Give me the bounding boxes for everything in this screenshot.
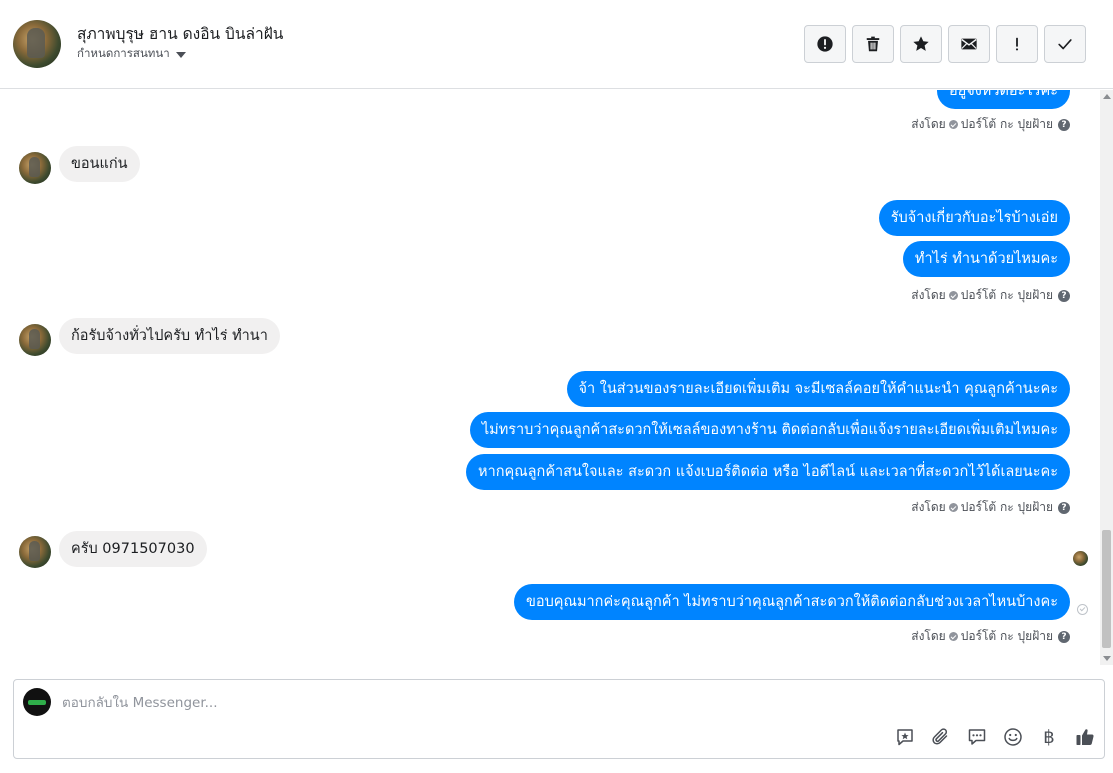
sent-by-label: ส่งโดย [911, 500, 946, 514]
sent-by-label: ส่งโดย [911, 629, 946, 643]
check-icon [948, 291, 958, 300]
outgoing-message: ไม่ทราบว่าคุณลูกค้าสะดวกให้เซลล์ของทางร้… [469, 412, 1070, 448]
seen-indicator-avatar [1073, 551, 1088, 566]
sent-by-label: ส่งโดย [911, 117, 946, 131]
attach-button[interactable] [930, 726, 952, 748]
sent-by-line: ส่งโดย ปอร์โต้ กะ ปุยฝ้าย ? [911, 286, 1070, 305]
outgoing-message: จ้า ในส่วนของรายละเอียดเพิ่มเติม จะมีเซล… [566, 371, 1070, 407]
outgoing-message: รับจ้างเกี่ยวกับอะไรบ้างเอ่ย [878, 200, 1070, 236]
sent-by-label: ส่งโดย [911, 288, 946, 302]
contact-name[interactable]: สุภาพบุรุษ ฮาน ดงอิน บินล่าฝัน [77, 21, 283, 46]
trash-icon [866, 36, 880, 52]
payment-button[interactable]: ฿ [1038, 726, 1060, 748]
star-button[interactable] [900, 25, 942, 63]
saved-reply-button[interactable] [894, 726, 916, 748]
mark-unread-button[interactable] [948, 25, 990, 63]
star-icon [913, 36, 929, 51]
delete-button[interactable] [852, 25, 894, 63]
mark-spam-button[interactable] [804, 25, 846, 63]
reply-input[interactable] [62, 692, 762, 714]
check-icon [948, 632, 958, 641]
scroll-down-arrow-icon[interactable] [1103, 656, 1111, 661]
envelope-icon [961, 38, 977, 50]
help-icon[interactable]: ? [1058, 630, 1070, 643]
chat-bubbles-icon [968, 729, 986, 745]
sent-by-line: ส่งโดย ปอร์โต้ กะ ปุยฝ้าย ? [911, 115, 1070, 134]
emoji-icon [1004, 728, 1022, 746]
outgoing-message: ทำไร่ ทำนาด้วยไหมคะ [902, 241, 1070, 277]
attachment-icon [932, 728, 948, 745]
message-thread[interactable]: อยู่จังหวัดอะไรคะ ส่งโดย ปอร์โต้ กะ ปุยฝ… [0, 90, 1100, 665]
check-icon [1058, 39, 1072, 50]
help-icon[interactable]: ? [1058, 289, 1070, 302]
sender-name: ปอร์โต้ กะ ปุยฝ้าย [960, 288, 1053, 302]
header-toolbar [804, 25, 1086, 63]
incoming-message: ก้อรับจ้างทั่วไปครับ ทำไร่ ทำนา [59, 318, 280, 354]
incoming-message: ขอนแก่น [59, 146, 140, 182]
saved-reply-icon [897, 729, 913, 746]
payment-icon: ฿ [1043, 726, 1055, 748]
incoming-message: ครับ 0971507030 [59, 531, 207, 567]
outgoing-message: หากคุณลูกค้าสนใจและ สะดวก แจ้งเบอร์ติดต่… [466, 454, 1070, 490]
check-icon [948, 120, 958, 129]
conversation-header: สุภาพบุรุษ ฮาน ดงอิน บินล่าฝัน กำหนดการส… [0, 0, 1113, 89]
alert-circle-icon [817, 36, 833, 52]
sent-by-line: ส่งโดย ปอร์โต้ กะ ปุยฝ้าย ? [911, 498, 1070, 517]
contact-avatar-small [19, 536, 51, 568]
sent-status-icon [1077, 604, 1088, 615]
scroll-thumb[interactable] [1102, 530, 1111, 648]
sent-by-line: ส่งโดย ปอร์โต้ กะ ปุยฝ้าย ? [911, 627, 1070, 646]
composer-actions: ฿ [894, 726, 1096, 748]
chat-bubbles-button[interactable] [966, 726, 988, 748]
page-avatar [23, 688, 51, 716]
help-icon[interactable]: ? [1058, 118, 1070, 131]
message-scrollbar[interactable] [1100, 90, 1113, 665]
sender-name: ปอร์โต้ กะ ปุยฝ้าย [960, 117, 1053, 131]
assign-conversation-dropdown[interactable]: กำหนดการสนทนา [77, 45, 186, 63]
sender-name: ปอร์โต้ กะ ปุยฝ้าย [960, 500, 1053, 514]
follow-up-button[interactable] [996, 25, 1038, 63]
contact-avatar-small [19, 324, 51, 356]
sender-name: ปอร์โต้ กะ ปุยฝ้าย [960, 629, 1053, 643]
check-icon [948, 503, 958, 512]
composer-area: ฿ [0, 665, 1113, 773]
contact-avatar[interactable] [13, 20, 61, 68]
like-icon [1076, 729, 1094, 745]
mark-done-button[interactable] [1044, 25, 1086, 63]
assign-conversation-label: กำหนดการสนทนา [77, 46, 170, 60]
emoji-button[interactable] [1002, 726, 1024, 748]
outgoing-message: ขอบคุณมากค่ะคุณลูกค้า ไม่ทราบว่าคุณลูกค้… [513, 584, 1070, 620]
like-button[interactable] [1074, 726, 1096, 748]
contact-avatar-small [19, 152, 51, 184]
reply-composer: ฿ [13, 679, 1105, 759]
exclamation-icon [1015, 37, 1019, 51]
help-icon[interactable]: ? [1058, 501, 1070, 514]
outgoing-message: อยู่จังหวัดอะไรคะ [937, 90, 1070, 109]
scroll-up-arrow-icon[interactable] [1103, 94, 1111, 99]
caret-down-icon [175, 51, 186, 58]
